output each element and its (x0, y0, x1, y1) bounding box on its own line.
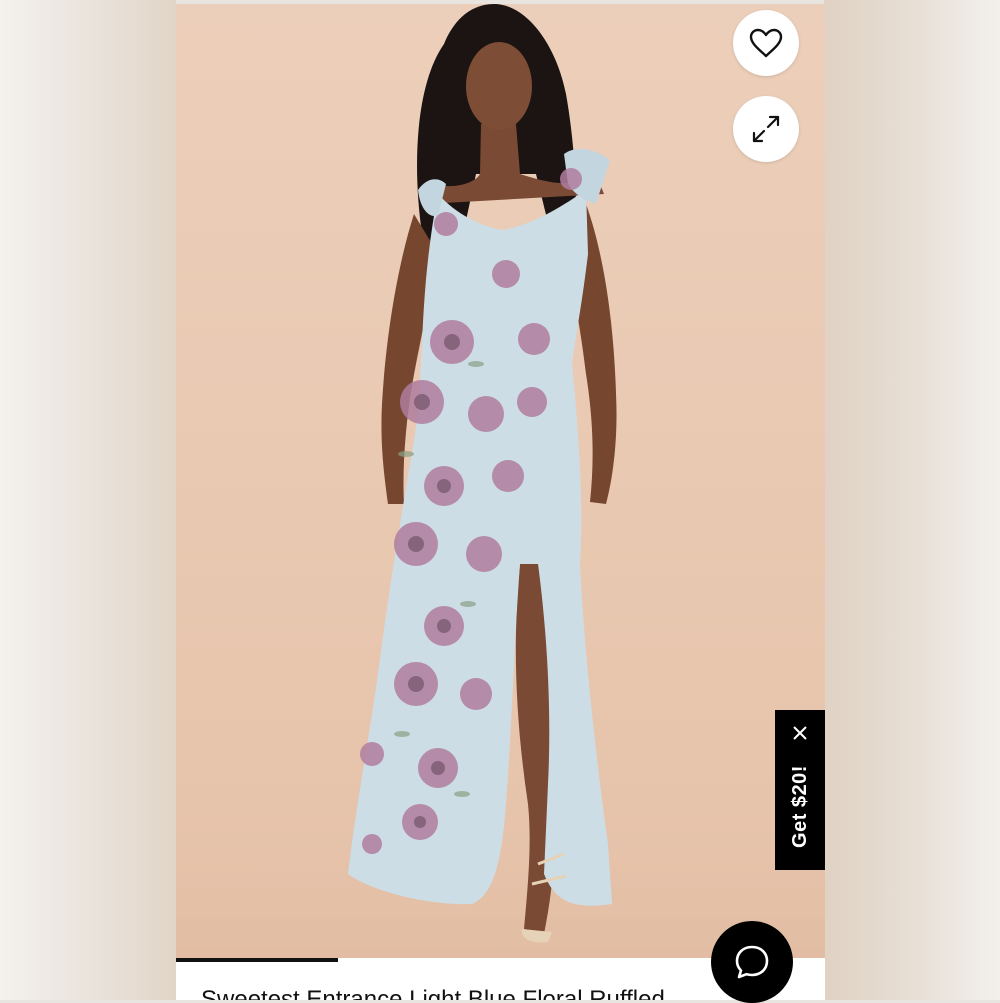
heart-outline-icon (749, 28, 783, 58)
chat-bubble-icon (735, 945, 769, 979)
promo-tab[interactable]: Get $20! (775, 710, 825, 870)
wishlist-button[interactable] (733, 10, 799, 76)
product-photo[interactable] (176, 4, 825, 962)
expand-image-button[interactable] (733, 96, 799, 162)
chat-button[interactable] (711, 921, 793, 1003)
close-icon (793, 726, 807, 740)
left-blurred-backdrop (0, 0, 176, 1000)
expand-arrows-icon (752, 115, 780, 143)
product-title[interactable]: Sweetest Entrance Light Blue Floral Ruff… (201, 986, 665, 1000)
promo-label-wrap[interactable]: Get $20! (775, 746, 825, 866)
promo-label[interactable]: Get $20! (789, 765, 812, 848)
model-illustration (176, 4, 825, 962)
promo-close-button[interactable] (789, 722, 811, 744)
right-blurred-backdrop (824, 0, 1000, 1000)
